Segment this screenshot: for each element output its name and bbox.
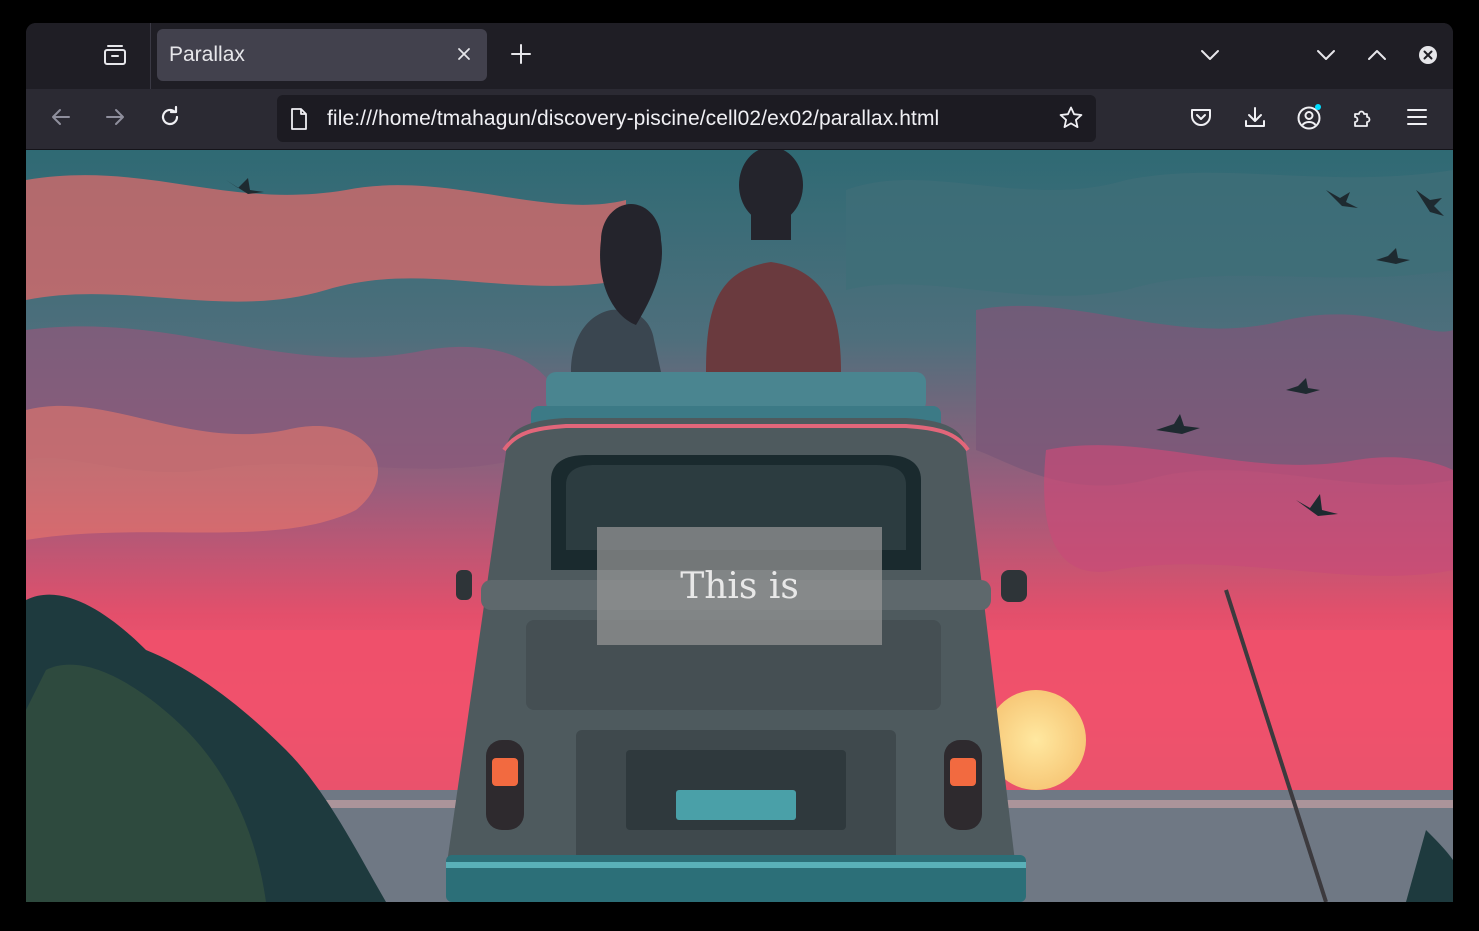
tab-list-icon xyxy=(102,43,128,72)
browser-window: Parallax file:///home/tmahagun/discovery… xyxy=(26,23,1453,902)
tab-title: Parallax xyxy=(169,43,245,66)
url-bar[interactable]: file:///home/tmahagun/discovery-piscine/… xyxy=(277,95,1096,142)
forward-arrow-icon xyxy=(103,105,127,134)
back-button[interactable] xyxy=(45,103,77,135)
menu-icon xyxy=(1406,107,1428,132)
star-icon[interactable] xyxy=(1058,105,1084,136)
close-icon[interactable] xyxy=(453,43,475,65)
tab-bar: Parallax xyxy=(26,23,1453,89)
close-window-button[interactable] xyxy=(1414,43,1442,71)
app-menu-button[interactable] xyxy=(1401,103,1433,135)
maximize-button[interactable] xyxy=(1363,43,1391,71)
reload-icon xyxy=(158,105,182,134)
pocket-button[interactable] xyxy=(1185,103,1217,135)
chevron-down-icon xyxy=(1200,48,1220,67)
tab-overflow-button[interactable] xyxy=(1196,43,1224,71)
forward-button[interactable] xyxy=(99,103,131,135)
pocket-icon xyxy=(1189,105,1213,134)
account-button[interactable] xyxy=(1293,103,1325,135)
page-content: This is xyxy=(26,150,1453,902)
overlay-text: This is xyxy=(680,565,799,607)
navigation-toolbar: file:///home/tmahagun/discovery-piscine/… xyxy=(26,89,1453,150)
download-icon xyxy=(1243,105,1267,134)
extensions-icon xyxy=(1351,105,1375,134)
downloads-button[interactable] xyxy=(1239,103,1271,135)
maximize-icon xyxy=(1367,48,1387,67)
tab-parallax[interactable]: Parallax xyxy=(157,29,487,81)
new-tab-button[interactable] xyxy=(506,41,536,71)
tab-list-button[interactable] xyxy=(100,43,130,71)
extensions-button[interactable] xyxy=(1347,103,1379,135)
back-arrow-icon xyxy=(49,105,73,134)
minimize-icon xyxy=(1316,48,1336,67)
window-close-icon xyxy=(1417,44,1439,71)
account-icon xyxy=(1295,103,1323,136)
text-overlay-box: This is xyxy=(597,527,882,645)
parallax-background-image xyxy=(26,150,1453,902)
url-text[interactable]: file:///home/tmahagun/discovery-piscine/… xyxy=(327,107,939,131)
page-icon xyxy=(289,107,309,136)
tab-divider xyxy=(150,23,151,89)
reload-button[interactable] xyxy=(154,103,186,135)
plus-icon xyxy=(510,43,532,70)
minimize-button[interactable] xyxy=(1312,43,1340,71)
